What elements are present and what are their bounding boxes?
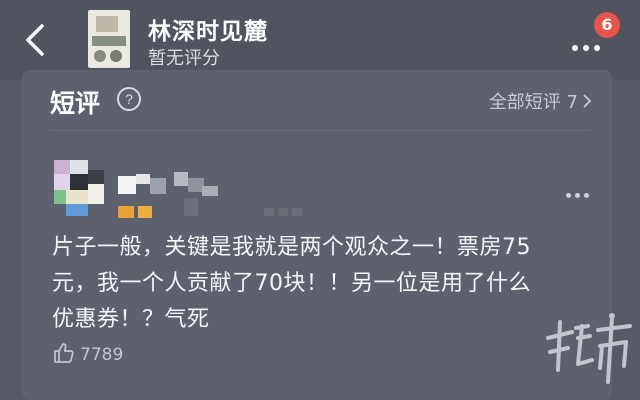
comment-meta-blurred [174, 172, 218, 218]
like-count: 7789 [80, 345, 124, 365]
app-header: 林深时见麓 暂无评分 6 [0, 0, 640, 80]
comment-line: 优惠券！？气死 [52, 307, 210, 332]
thumbs-up-icon [52, 341, 76, 369]
like-button[interactable]: 7789 [52, 342, 123, 368]
back-arrow-icon[interactable] [22, 22, 52, 58]
more-dots-icon[interactable] [572, 36, 612, 51]
movie-poster[interactable] [88, 10, 130, 68]
comment-time-blurred [264, 208, 304, 216]
divider [50, 130, 590, 131]
chevron-right-icon [582, 92, 592, 113]
avatar[interactable] [54, 160, 104, 216]
watermark-logo [542, 308, 638, 394]
comment-line: 片子一般，关键是我就是两个观众之一！票房75 [52, 235, 531, 260]
movie-title: 林深时见麓 [148, 19, 268, 45]
help-circle-icon[interactable]: ? [116, 86, 142, 112]
rating-text: 暂无评分 [148, 48, 220, 69]
svg-text:?: ? [125, 91, 133, 107]
section-title: 短评 [50, 89, 101, 118]
notification-badge: 6 [594, 12, 620, 38]
comment-more-icon[interactable] [566, 183, 596, 198]
all-reviews-label: 全部短评 7 [488, 92, 578, 113]
user-level-badge [118, 206, 154, 218]
all-reviews-link[interactable]: 全部短评 7 [489, 88, 592, 114]
comment-line: 元，我一个人贡献了70块！！另一位是用了什么 [52, 271, 531, 296]
comment-text: 片子一般，关键是我就是两个观众之一！票房75 元，我一个人贡献了70块！！另一位… [52, 230, 612, 338]
